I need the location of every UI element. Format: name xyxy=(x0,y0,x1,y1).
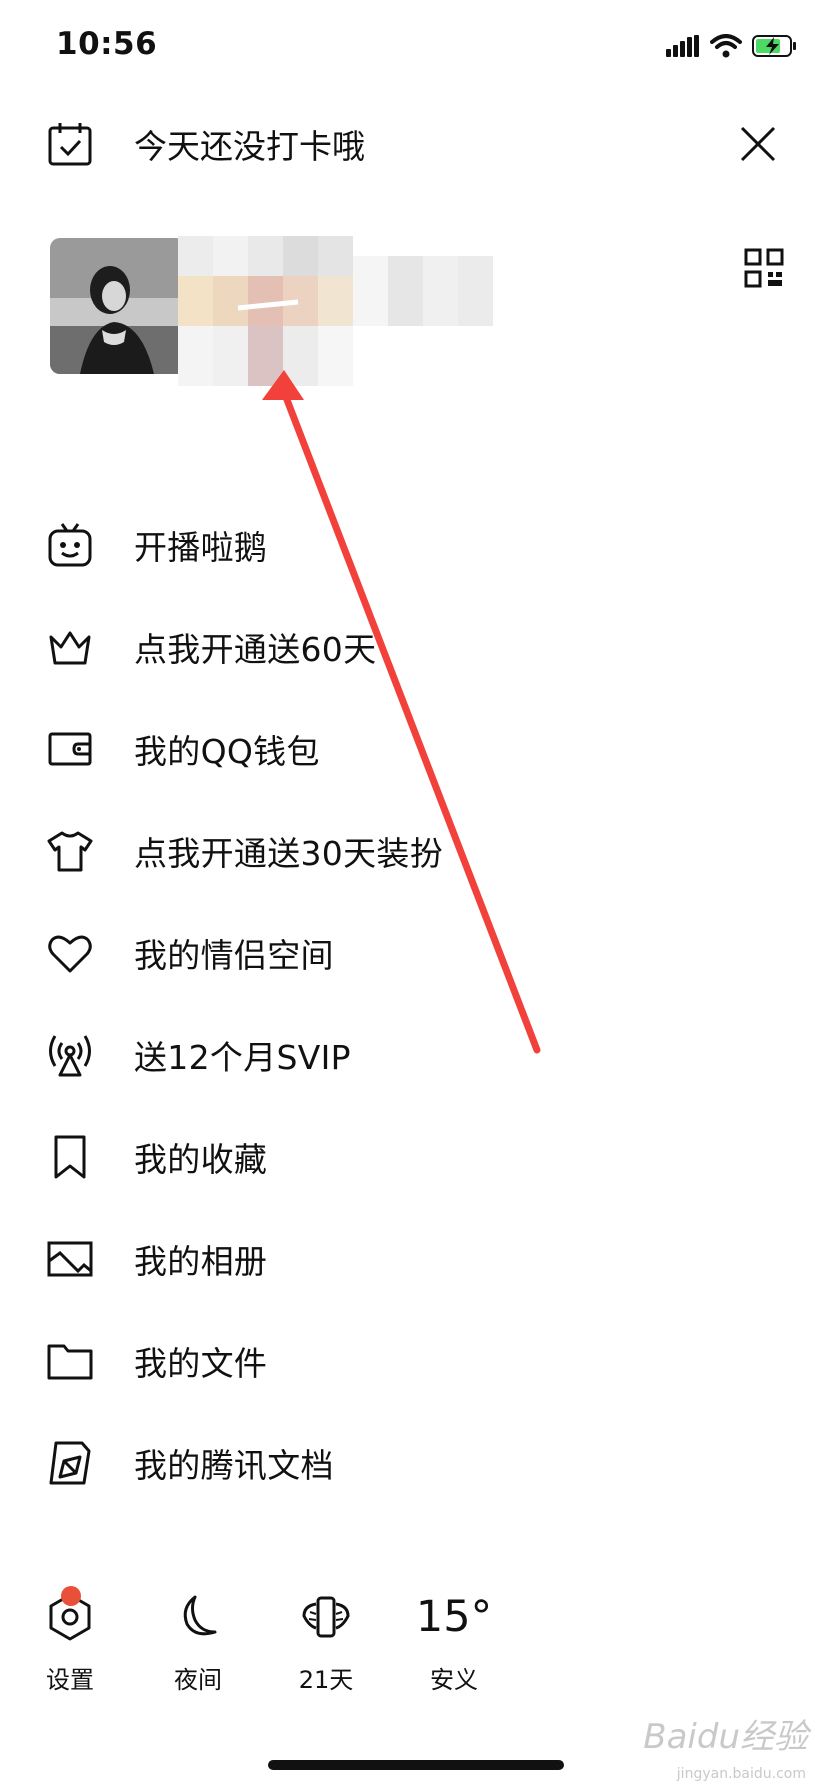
menu-item-outfit[interactable]: 点我开通送30天装扮 xyxy=(46,800,746,902)
checkin-row[interactable]: 今天还没打卡哦 xyxy=(46,112,546,176)
menu-item-album[interactable]: 我的相册 xyxy=(46,1208,746,1310)
menu-item-label: 我的收藏 xyxy=(134,1140,268,1179)
status-time: 10:56 xyxy=(56,26,158,62)
home-indicator[interactable] xyxy=(268,1760,564,1770)
status-icons xyxy=(666,34,798,58)
cellular-signal-icon xyxy=(666,35,700,57)
menu-item-live[interactable]: 开播啦鹅 xyxy=(46,494,746,596)
close-icon xyxy=(734,120,782,168)
tv-face-icon xyxy=(46,521,94,569)
weather-button[interactable]: 15° 安义 xyxy=(404,1592,504,1695)
menu-item-svip[interactable]: 送12个月SVIP xyxy=(46,1004,746,1106)
wallet-icon xyxy=(46,725,94,773)
menu-item-label: 点我开通送30天装扮 xyxy=(134,834,443,873)
menu-item-favorites[interactable]: 我的收藏 xyxy=(46,1106,746,1208)
wifi-icon xyxy=(710,34,742,58)
qr-code-button[interactable] xyxy=(744,248,784,288)
folder-icon xyxy=(46,1337,94,1385)
document-icon xyxy=(46,1439,94,1487)
checkin-text: 今天还没打卡哦 xyxy=(134,127,365,166)
night-mode-button[interactable]: 夜间 xyxy=(148,1592,248,1695)
menu-item-couple-space[interactable]: 我的情侣空间 xyxy=(46,902,746,1004)
menu-item-vip[interactable]: 点我开通送60天 xyxy=(46,596,746,698)
menu-item-label: 我的QQ钱包 xyxy=(134,732,320,771)
side-menu: 开播啦鹅 点我开通送60天 我的QQ钱包 点我开通送30天装扮 我的情侣空间 送… xyxy=(46,494,746,1514)
battery-charging-icon xyxy=(752,34,798,58)
menu-item-label: 我的腾讯文档 xyxy=(134,1446,334,1485)
calendar-check-icon xyxy=(46,120,94,168)
crown-icon xyxy=(46,623,94,671)
tshirt-icon xyxy=(46,827,94,875)
menu-item-wallet[interactable]: 我的QQ钱包 xyxy=(46,698,746,800)
moon-icon xyxy=(173,1592,223,1642)
menu-item-label: 我的文件 xyxy=(134,1344,268,1383)
menu-item-label: 我的相册 xyxy=(134,1242,268,1281)
days-label: 21天 xyxy=(298,1666,354,1694)
weather-temperature: 15° xyxy=(415,1592,493,1642)
streak-days-button[interactable]: 21天 xyxy=(276,1592,376,1695)
image-icon xyxy=(46,1235,94,1283)
menu-item-label: 点我开通送60天 xyxy=(134,630,377,669)
heart-icon xyxy=(46,929,94,977)
settings-button[interactable]: 设置 xyxy=(20,1586,120,1695)
profile-info-blurred[interactable] xyxy=(178,236,548,386)
bookmark-icon xyxy=(46,1133,94,1181)
watermark: Baidu经验 xyxy=(643,1717,808,1757)
wings-badge-icon xyxy=(301,1592,351,1642)
settings-label: 设置 xyxy=(46,1666,94,1694)
weather-location: 安义 xyxy=(430,1666,478,1694)
menu-item-files[interactable]: 我的文件 xyxy=(46,1310,746,1412)
watermark-url: jingyan.baidu.com xyxy=(676,1766,806,1782)
menu-item-label: 送12个月SVIP xyxy=(134,1038,351,1077)
avatar[interactable] xyxy=(50,238,186,374)
menu-item-tencent-docs[interactable]: 我的腾讯文档 xyxy=(46,1412,746,1514)
broadcast-icon xyxy=(46,1031,94,1079)
hexagon-gear-icon xyxy=(45,1586,95,1642)
notification-dot xyxy=(61,1586,81,1606)
menu-item-label: 开播啦鹅 xyxy=(134,528,268,567)
menu-item-label: 我的情侣空间 xyxy=(134,936,334,975)
night-label: 夜间 xyxy=(174,1666,222,1694)
qr-code-icon xyxy=(744,248,784,288)
close-button[interactable] xyxy=(734,120,782,168)
